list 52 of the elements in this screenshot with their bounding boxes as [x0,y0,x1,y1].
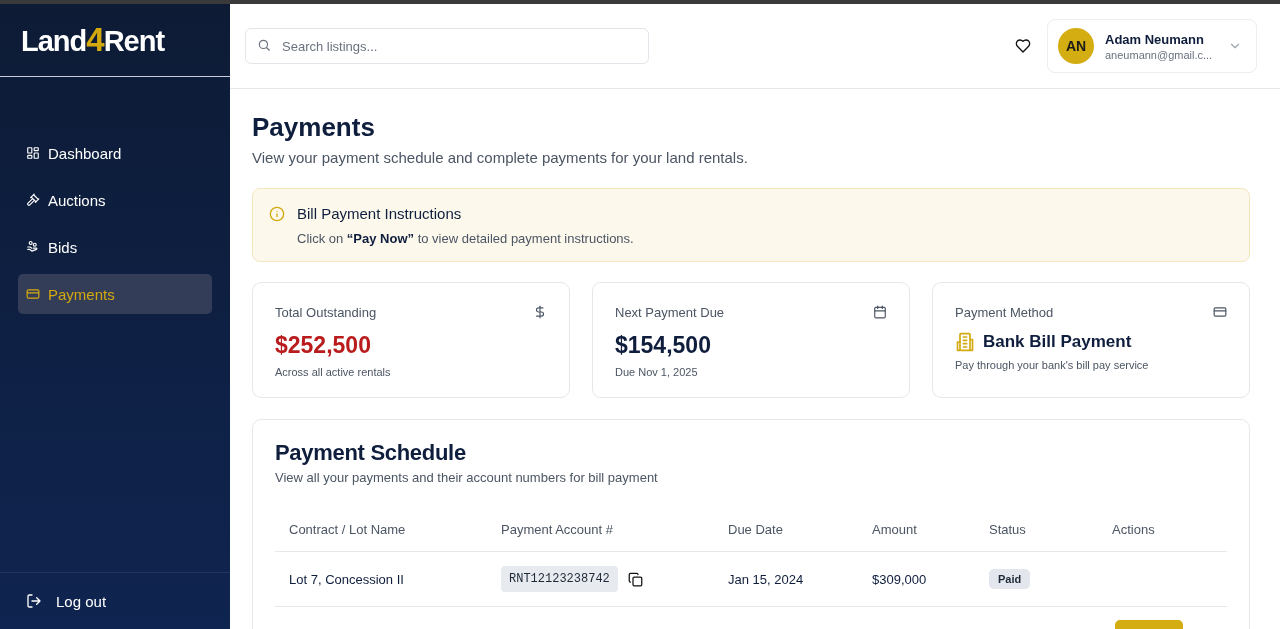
column-header: Payment Account # [501,521,614,537]
table-cell-text: $309,000 [872,571,928,587]
account-number: RNT12123238742 [501,566,618,592]
alert-text: Click on “Pay Now” to view detailed payment instructions. [297,231,634,246]
logout-icon [26,593,42,609]
stat-value: Bank Bill Payment [983,332,1132,352]
section-subtitle: View all your payments and their account numbers for bill payment [275,470,659,485]
gavel-icon [26,193,40,207]
table-cell-text: Lot 7, Concession II [289,571,405,587]
alert-title: Bill Payment Instructions [297,205,463,222]
sidebar-item[interactable]: Dashboard [18,133,212,173]
calendar-icon [873,305,887,319]
stat-value: $154,500 [615,332,712,359]
grid-icon [26,146,40,160]
copy-button[interactable] [627,571,643,587]
stat-note: Pay through your bank's bill pay service [955,359,1150,371]
favorites-button[interactable] [1015,38,1031,54]
stat-label: Total Outstanding [275,305,377,320]
column-header: Status [989,521,1027,537]
section-title: Payment Schedule [275,440,467,466]
building-icon [955,332,975,352]
info-icon [269,206,285,222]
page-title: Payments [252,111,376,143]
user-name: Adam Neumann [1105,31,1205,47]
hand-icon [26,240,40,254]
card-icon [1213,305,1227,319]
avatar: AN [1058,28,1094,64]
user-menu[interactable]: AN Adam Neumann aneumann@gmail.c... [1047,19,1257,73]
stat-note: Across all active rentals [275,366,392,378]
heart-icon [1015,38,1031,54]
dollar-icon [533,305,547,319]
status-badge: Paid [989,569,1031,589]
column-header: Contract / Lot Name [289,521,407,537]
search-field[interactable]: Search listings... [245,28,649,64]
stat-label: Payment Method [955,305,1054,320]
column-header: Due Date [728,521,784,537]
search-icon [257,38,271,52]
stat-note: Due Nov 1, 2025 [615,366,699,378]
logout-button[interactable]: Log out [26,592,107,610]
sidebar-item[interactable]: Auctions [18,180,212,220]
stat-value: $252,500 [275,332,372,359]
table-cell-text: Jan 15, 2024 [728,571,805,587]
stat-label: Next Payment Due [615,305,725,320]
column-header: Amount [872,521,918,537]
page-subtitle: View your payment schedule and complete payments for your land rentals. [252,149,749,166]
column-header: Actions [1112,521,1156,537]
copy-icon [627,571,643,587]
logo[interactable]: Land4Rent [21,21,165,59]
sidebar-item[interactable]: Payments [18,274,212,314]
user-email: aneumann@gmail.c... [1105,48,1214,61]
card-icon [26,287,40,301]
sidebar-item[interactable]: Bids [18,227,212,267]
